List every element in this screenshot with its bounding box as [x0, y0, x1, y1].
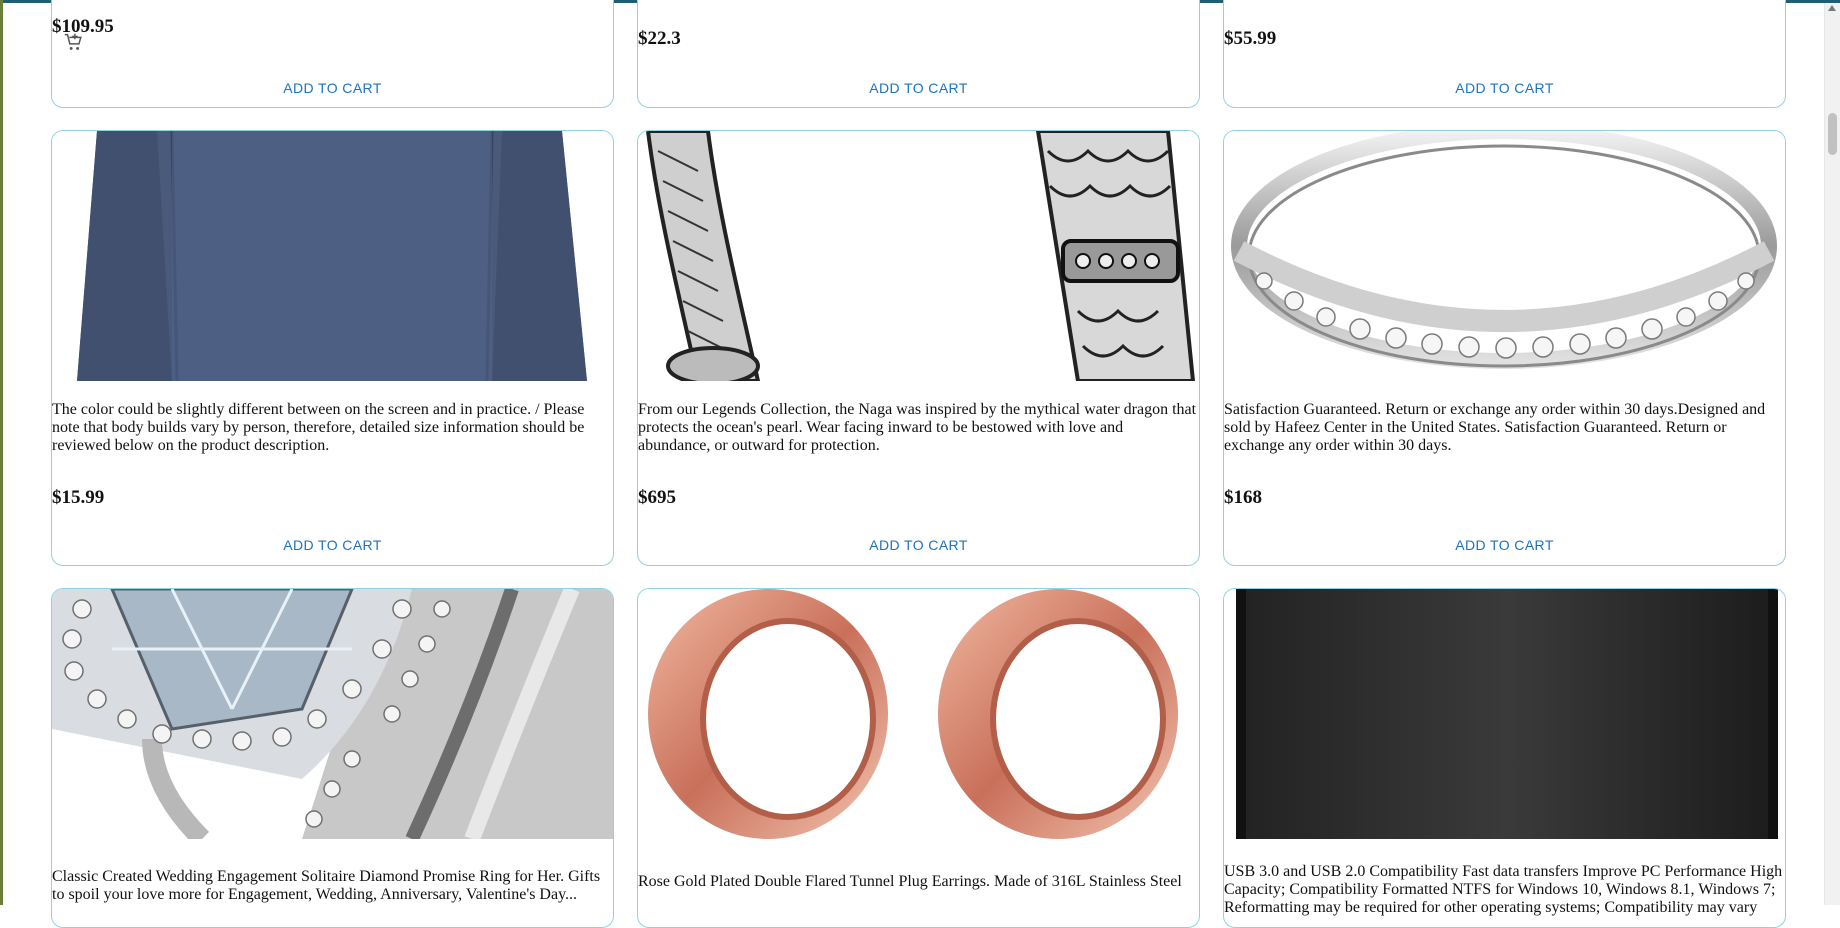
product-price: $55.99: [1224, 28, 1277, 49]
product-card: $22.3 ADD TO CART: [637, 0, 1200, 108]
product-description: Classic Created Wedding Engagement Solit…: [52, 868, 601, 903]
vertical-scrollbar[interactable]: [1824, 3, 1840, 905]
product-card: Classic Created Wedding Engagement Solit…: [51, 588, 614, 928]
product-image-tshirt[interactable]: [52, 131, 613, 381]
add-to-cart-button[interactable]: ADD TO CART: [52, 80, 613, 96]
add-to-cart-button[interactable]: ADD TO CART: [52, 537, 613, 553]
product-price: $168: [1224, 487, 1262, 508]
product-description: From our Legends Collection, the Naga wa…: [638, 401, 1197, 454]
product-card: Satisfaction Guaranteed. Return or excha…: [1223, 130, 1786, 566]
product-description: USB 3.0 and USB 2.0 Compatibility Fast d…: [1224, 863, 1783, 916]
product-card: USB 3.0 and USB 2.0 Compatibility Fast d…: [1223, 588, 1786, 928]
scroll-up-arrow-icon[interactable]: [1828, 5, 1836, 11]
add-to-cart-button[interactable]: ADD TO CART: [1224, 537, 1785, 553]
product-card: Rose Gold Plated Double Flared Tunnel Pl…: [637, 588, 1200, 928]
product-image-external-drive[interactable]: [1224, 589, 1785, 839]
product-image-ring[interactable]: [1224, 131, 1785, 381]
product-card: $55.99 ADD TO CART: [1223, 0, 1786, 108]
product-card: The color could be slightly different be…: [51, 130, 614, 566]
product-image-tunnel-plugs[interactable]: [638, 589, 1199, 839]
product-price: $22.3: [638, 28, 681, 49]
product-price: $15.99: [52, 487, 105, 508]
add-to-cart-button[interactable]: ADD TO CART: [638, 80, 1199, 96]
product-description: The color could be slightly different be…: [52, 401, 585, 454]
product-description: Satisfaction Guaranteed. Return or excha…: [1224, 401, 1766, 454]
window-left-edge: [0, 0, 3, 905]
product-image-bracelet[interactable]: [638, 131, 1199, 381]
product-description: Rose Gold Plated Double Flared Tunnel Pl…: [638, 873, 1182, 890]
product-price: $695: [638, 487, 676, 508]
cart-add-icon[interactable]: [62, 31, 84, 53]
scrollbar-thumb[interactable]: [1828, 113, 1837, 155]
product-card: From our Legends Collection, the Naga wa…: [637, 130, 1200, 566]
product-card: $109.95 ADD TO CART: [51, 0, 614, 108]
add-to-cart-button[interactable]: ADD TO CART: [1224, 80, 1785, 96]
product-image-engagement-ring[interactable]: [52, 589, 613, 839]
add-to-cart-button[interactable]: ADD TO CART: [638, 537, 1199, 553]
